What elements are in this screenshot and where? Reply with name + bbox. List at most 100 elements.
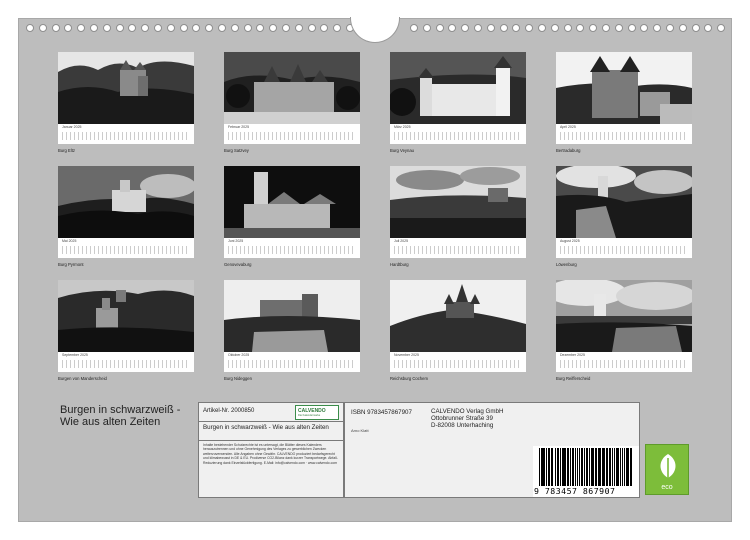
barcode-bar [617, 448, 620, 486]
photo-burg-eltz [58, 52, 194, 124]
barcode-bar [552, 448, 554, 486]
binding-hole [499, 24, 508, 32]
binding-hole [128, 24, 137, 32]
photo-loewenburg [556, 166, 692, 238]
binding-hole [218, 24, 226, 32]
mini-calendar: Mai 2025 [58, 238, 194, 258]
binding-hole [589, 24, 598, 32]
binding-hole [602, 24, 610, 32]
photo-burgen-von-manderscheid [58, 280, 194, 352]
binding-hole [90, 24, 98, 32]
calvendo-logo: CALVENDO Die Kalendermarke [295, 405, 339, 420]
barcode-bar [596, 448, 597, 486]
barcode-bars [539, 448, 633, 486]
binding-hole [627, 24, 636, 32]
barcode-bar [615, 448, 617, 486]
mini-calendar: Januar 2025 [58, 124, 194, 144]
mini-calendar: November 2025 [390, 352, 526, 372]
binding-hole [653, 24, 662, 32]
binding-hole [26, 24, 34, 32]
barcode-bar [572, 448, 575, 486]
binding-hole [256, 24, 265, 32]
month-label: Juni 2025 [228, 239, 244, 243]
barcode-bar [580, 448, 582, 486]
barcode-bar [621, 448, 624, 486]
barcode-bar [568, 448, 569, 486]
photo-hardtburg [390, 166, 526, 238]
mini-calendar: Juni 2025 [224, 238, 360, 258]
binding-hole [230, 24, 239, 32]
eco-badge: eco [645, 444, 689, 495]
author: Arno Klatt [351, 428, 369, 433]
month-label: April 2025 [560, 125, 576, 129]
binding-hole [614, 24, 623, 32]
barcode-bar [542, 448, 544, 486]
photo-reichsburg-cochem [390, 280, 526, 352]
binding-hole [102, 24, 111, 32]
barcode-bar [624, 448, 625, 486]
month-label: Mai 2025 [62, 239, 77, 243]
binding-hole [640, 24, 649, 32]
barcode-bar [576, 448, 578, 486]
caption: Reichsburg Cochem [390, 376, 428, 381]
binding-hole [576, 24, 585, 32]
barcode-bar [578, 448, 580, 486]
binding-hole [294, 24, 303, 32]
barcode-bar [561, 448, 564, 486]
photo-burg-satzvey [224, 52, 360, 124]
barcode-bar [586, 448, 589, 486]
month-label: Juli 2025 [394, 239, 409, 243]
photo-burg-pyrmont [58, 166, 194, 238]
binding-hole [461, 24, 470, 32]
barcode-bar [547, 448, 550, 486]
publisher-address: CALVENDO Verlag GmbH Ottobrunner Straße … [431, 408, 504, 430]
month-label: Oktober 2025 [228, 353, 250, 357]
month-label: Dezember 2025 [560, 353, 585, 357]
caption: Burg Pyrmont [58, 262, 84, 267]
barcode-bar [589, 448, 590, 486]
article-number: Artikel-Nr. 2000850 [203, 408, 255, 414]
month-label: Februar 2025 [228, 125, 250, 129]
binding-hole [563, 24, 572, 32]
mini-calendar: Juli 2025 [390, 238, 526, 258]
binding-hole [448, 24, 457, 32]
binding-hole [422, 24, 431, 32]
binding-hole [525, 24, 534, 32]
legal-notice: Inhalte bestehender Schutzrechte ist es … [203, 443, 338, 465]
barcode-number: 9 783457 867907 [534, 486, 616, 496]
photo-bertradaburg [556, 52, 692, 124]
barcode-bar [606, 448, 608, 486]
binding-hole [141, 24, 150, 32]
mini-calendar: August 2025 [556, 238, 692, 258]
product-info-box: Artikel-Nr. 2000850 CALVENDO Die Kalende… [198, 402, 344, 498]
binding-hole [435, 24, 444, 32]
photo-burg-veynau [390, 52, 526, 124]
isbn-box: ISBN 9783457867907 CALVENDO Verlag GmbH … [344, 402, 640, 498]
barcode-bar [627, 448, 629, 486]
binding-hole [320, 24, 329, 32]
mini-calendar: Oktober 2025 [224, 352, 360, 372]
caption: Burg Nideggen [224, 376, 252, 381]
month-label: November 2025 [394, 353, 419, 357]
month-label: September 2025 [62, 353, 88, 357]
binding-hole [243, 24, 252, 32]
barcode-bar [540, 448, 542, 486]
binding-hole [154, 24, 162, 32]
binding-hole [38, 24, 47, 32]
isbn: ISBN 9783457867907 [351, 409, 412, 416]
binding-hole [166, 24, 175, 32]
binding-hole [192, 24, 201, 32]
barcode-bar [611, 448, 614, 486]
binding-hole [512, 24, 521, 32]
binding-hole [704, 24, 713, 32]
barcode-bar [559, 448, 561, 486]
binding-hole [678, 24, 687, 32]
month-label: Januar 2025 [62, 125, 82, 129]
binding-hole [717, 24, 726, 32]
barcode-bar [554, 448, 556, 486]
barcode-bar [631, 448, 632, 486]
binding-hole [538, 24, 546, 32]
barcode-bar [592, 448, 594, 486]
binding-hole [486, 24, 495, 32]
photo-burg-reifferscheid [556, 280, 692, 352]
